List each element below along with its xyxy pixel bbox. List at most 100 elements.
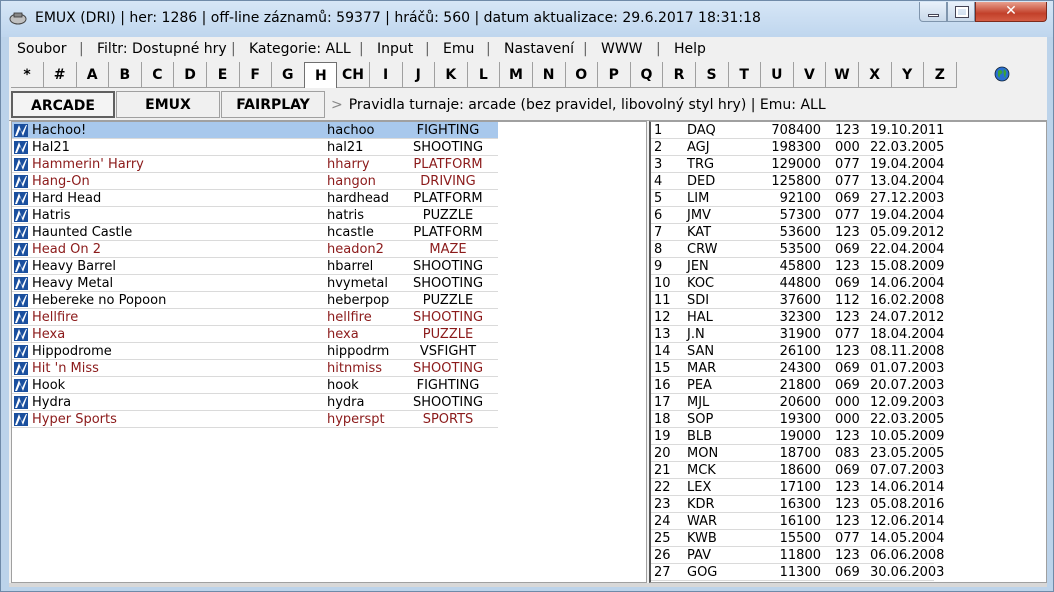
tab-emux[interactable]: EMUX [116,91,220,118]
score-row[interactable]: 15 MAR 24300 069 01.07.2003 [651,360,944,377]
game-row[interactable]: Head On 2 headon2 MAZE [12,241,498,258]
letter-filter-v[interactable]: V [793,62,827,88]
score-value: 11300 [779,565,821,580]
score-row[interactable]: 16 PEA 21800 069 20.07.2003 [651,377,944,394]
game-row[interactable]: Hal21 hal21 SHOOTING [12,139,498,156]
game-row[interactable]: Hammerin' Harry hharry PLATFORM [12,156,498,173]
score-row[interactable]: 3 TRG 129000 077 19.04.2004 [651,156,944,173]
letter-filter-all[interactable]: * [11,62,44,88]
game-row[interactable]: Hexa hexa PUZZLE [12,326,498,343]
score-value: 198300 [771,140,821,155]
score-row[interactable]: 14 SAN 26100 123 08.11.2008 [651,343,944,360]
score-row[interactable]: 8 CRW 53500 069 22.04.2004 [651,241,944,258]
game-row[interactable]: Hebereke no Popoon heberpop PUZZLE [12,292,498,309]
letter-filter-y[interactable]: Y [891,62,925,88]
game-row[interactable]: Hatris hatris PUZZLE [12,207,498,224]
tab-row: > Pravidla turnaje: arcade (bez pravidel,… [9,88,1047,121]
tab-arcade[interactable]: ARCADE [11,91,115,118]
score-row[interactable]: 1 DAQ 708400 123 19.10.2011 [651,122,944,139]
game-row[interactable]: Haunted Castle hcastle PLATFORM [12,224,498,241]
letter-filter-w[interactable]: W [826,62,859,88]
menu-filtr[interactable]: Filtr: Dostupné hry [97,41,227,57]
score-row[interactable]: 13 J.N 31900 077 18.04.2004 [651,326,944,343]
score-row[interactable]: 18 SOP 19300 000 22.03.2005 [651,411,944,428]
game-icon [14,158,28,171]
letter-filter-numeric[interactable]: # [43,62,77,88]
game-row[interactable]: Hippodrome hippodrm VSFIGHT [12,343,498,360]
letter-filter-g[interactable]: G [271,62,305,88]
minimize-button[interactable] [919,2,947,22]
game-row[interactable]: Heavy Barrel hbarrel SHOOTING [12,258,498,275]
letter-filter-j[interactable]: J [402,62,436,88]
score-row[interactable]: 4 DED 125800 077 13.04.2004 [651,173,944,190]
letter-filter-r[interactable]: R [663,62,696,88]
letter-filter-q[interactable]: Q [630,62,664,88]
letter-filter-t[interactable]: T [728,62,762,88]
letter-filter-u[interactable]: U [760,62,794,88]
maximize-button[interactable] [947,2,975,22]
game-row[interactable]: Hang-On hangon DRIVING [12,173,498,190]
menu-nastaven-[interactable]: Nastavení [504,41,574,57]
game-row[interactable]: Hydra hydra SHOOTING [12,394,498,411]
menu-www[interactable]: WWW [601,41,643,57]
menu-kategorie[interactable]: Kategorie: ALL [249,41,351,57]
globe-icon[interactable] [994,66,1010,82]
score-row[interactable]: 23 KDR 16300 123 05.08.2016 [651,496,944,513]
score-row[interactable]: 19 BLB 19000 123 10.05.2009 [651,428,944,445]
letter-filter-b[interactable]: B [108,62,142,88]
letter-filter-ch[interactable]: CH [337,62,370,88]
score-row[interactable]: 26 PAV 11800 123 06.06.2008 [651,547,944,564]
letter-filter-f[interactable]: F [239,62,273,88]
score-row[interactable]: 12 HAL 32300 123 24.07.2012 [651,309,944,326]
menu-emu[interactable]: Emu [443,41,474,57]
game-row[interactable]: Hachoo! hachoo FIGHTING [12,122,498,139]
menu-input[interactable]: Input [377,41,413,57]
letter-filter-o[interactable]: O [565,62,599,88]
score-row[interactable]: 24 WAR 16100 123 12.06.2014 [651,513,944,530]
rules-text: Pravidla turnaje: arcade (bez pravidel, … [348,97,826,113]
letter-filter-s[interactable]: S [695,62,729,88]
letter-filter-h[interactable]: H [304,62,338,88]
game-row[interactable]: Heavy Metal hvymetal SHOOTING [12,275,498,292]
tab-fairplay[interactable]: FAIRPLAY [221,91,325,118]
close-button[interactable]: ✕ [975,2,1047,22]
score-row[interactable]: 25 KWB 15500 077 14.05.2004 [651,530,944,547]
score-row[interactable]: 27 GOG 11300 069 30.06.2003 [651,564,944,581]
letter-filter-p[interactable]: P [597,62,631,88]
score-row[interactable]: 21 MCK 18600 069 07.07.2003 [651,462,944,479]
player-initials: SAN [687,344,715,359]
score-row[interactable]: 9 JEN 45800 123 15.08.2009 [651,258,944,275]
letter-filter-k[interactable]: K [434,62,468,88]
letter-filter-m[interactable]: M [500,62,533,88]
menu-help[interactable]: Help [674,41,706,57]
score-row[interactable]: 17 MJL 20600 000 12.09.2003 [651,394,944,411]
score-row[interactable]: 2 AGJ 198300 000 22.03.2005 [651,139,944,156]
title-bar[interactable]: EMUX (DRI) | her: 1286 | off-line záznam… [1,1,1053,37]
highscore-list[interactable]: 1 DAQ 708400 123 19.10.2011 2 AGJ 198300 000 22.0… [649,121,1047,583]
letter-filter-e[interactable]: E [206,62,240,88]
game-row[interactable]: Hellfire hellfire SHOOTING [12,309,498,326]
letter-filter-i[interactable]: I [369,62,403,88]
score-row[interactable]: 20 MON 18700 083 23.05.2005 [651,445,944,462]
score-row[interactable]: 5 LIM 92100 069 27.12.2003 [651,190,944,207]
letter-filter-a[interactable]: A [76,62,110,88]
score-row[interactable]: 6 JMV 57300 077 19.04.2004 [651,207,944,224]
game-row[interactable]: Hit 'n Miss hitnmiss SHOOTING [12,360,498,377]
letter-filter-l[interactable]: L [467,62,501,88]
game-row[interactable]: Hard Head hardhead PLATFORM [12,190,498,207]
menu-soubor[interactable]: Soubor [17,41,67,57]
letter-filter-c[interactable]: C [141,62,175,88]
score-row[interactable]: 10 KOC 44800 069 14.06.2004 [651,275,944,292]
score-row[interactable]: 22 LEX 17100 123 14.06.2014 [651,479,944,496]
game-row[interactable]: Hook hook FIGHTING [12,377,498,394]
letter-filter-d[interactable]: D [174,62,207,88]
score-row[interactable]: 7 KAT 53600 123 05.09.2012 [651,224,944,241]
score-row[interactable]: 11 SDI 37600 112 16.02.2008 [651,292,944,309]
emu-version: 000 [835,412,860,427]
letter-filter-x[interactable]: X [858,62,892,88]
letter-filter-z[interactable]: Z [923,62,957,88]
letter-filter-n[interactable]: N [532,62,566,88]
game-list[interactable]: Hachoo! hachoo FIGHTING Hal21 hal21 SHOOTING H… [11,121,647,583]
score-date: 22.03.2005 [870,412,945,427]
game-row[interactable]: Hyper Sports hyperspt SPORTS [12,411,498,428]
